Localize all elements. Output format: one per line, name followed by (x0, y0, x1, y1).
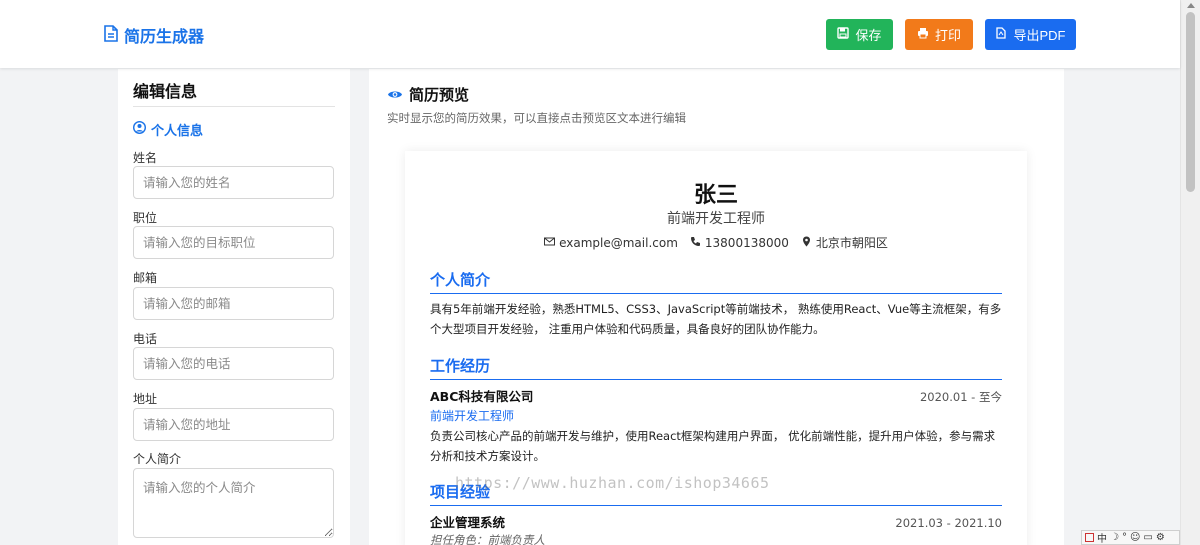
scroll-thumb[interactable] (1186, 12, 1195, 192)
settings-icon[interactable]: ⚙ (1156, 532, 1165, 543)
brand[interactable]: 简历生成器 (104, 24, 204, 46)
resume-job-title[interactable]: 前端开发工程师 (405, 208, 1027, 228)
work-section: 工作经历 ABC科技有限公司 2020.01 - 至今 前端开发工程师 负责公司… (430, 355, 1002, 466)
work-desc[interactable]: 负责公司核心产品的前端开发与维护，使用React框架构建用户界面， 优化前端性能… (430, 426, 1002, 466)
project-name[interactable]: 企业管理系统 (430, 512, 505, 531)
editor-title: 编辑信息 (133, 82, 198, 101)
section-label: 个人信息 (151, 124, 204, 139)
preview-subtitle: 实时显示您的简历效果，可以直接点击预览区文本进行编辑 (387, 111, 686, 125)
save-button[interactable]: 保存 (826, 19, 893, 50)
punctuation-icon[interactable]: ° (1122, 532, 1127, 543)
resume-contact: example@mail.com 13800138000 北京市朝阳区 (405, 234, 1027, 251)
document-icon (104, 24, 118, 46)
contact-phone[interactable]: 13800138000 (690, 234, 789, 251)
phone-icon (690, 236, 701, 250)
ime-grid-icon[interactable] (1085, 533, 1094, 542)
work-role[interactable]: 前端开发工程师 (430, 407, 1002, 424)
scroll-up-arrow-icon[interactable] (1187, 3, 1195, 8)
summary-label: 个人简介 (133, 452, 182, 466)
project-header: 企业管理系统 2021.03 - 2021.10 (430, 512, 1002, 531)
print-icon (917, 27, 929, 42)
position-input[interactable] (133, 226, 334, 259)
moon-icon[interactable]: ☽ (1110, 532, 1119, 543)
work-header: ABC科技有限公司 2020.01 - 至今 (430, 386, 1002, 405)
ime-tray[interactable]: 中 ☽ ° ☺ ▭ ⚙ (1081, 530, 1180, 545)
work-title[interactable]: 工作经历 (430, 355, 1002, 380)
address-label: 地址 (133, 392, 158, 406)
position-label: 职位 (133, 211, 158, 225)
keyboard-icon[interactable]: ▭ (1143, 532, 1152, 543)
personal-info-heading: 个人信息 (132, 120, 204, 139)
pdf-file-icon (995, 27, 1007, 42)
project-date[interactable]: 2021.03 - 2021.10 (895, 516, 1002, 530)
phone-text: 13800138000 (704, 235, 789, 250)
summary-textarea[interactable] (133, 468, 334, 538)
email-text: example@mail.com (559, 235, 678, 250)
name-label: 姓名 (133, 151, 158, 165)
save-icon (837, 27, 850, 42)
summary-text[interactable]: 具有5年前端开发经验，熟悉HTML5、CSS3、JavaScript等前端技术，… (430, 299, 1002, 339)
save-label: 保存 (855, 28, 882, 43)
location-text: 北京市朝阳区 (815, 236, 888, 250)
print-label: 打印 (934, 28, 961, 43)
phone-input[interactable] (133, 347, 334, 380)
watermark: https://www.huzhan.com/ishop34665 (455, 474, 770, 492)
work-date[interactable]: 2020.01 - 至今 (920, 389, 1002, 405)
map-pin-icon (801, 236, 812, 250)
contact-email[interactable]: example@mail.com (544, 234, 678, 251)
editor-panel: 编辑信息 个人信息 姓名 职位 邮箱 电话 地址 个人简介 (118, 69, 350, 545)
project-role[interactable]: 担任角色：前端负责人 (430, 532, 1002, 545)
work-company[interactable]: ABC科技有限公司 (430, 386, 533, 405)
contact-location[interactable]: 北京市朝阳区 (801, 234, 888, 251)
envelope-icon (544, 236, 556, 250)
preview-heading: 简历预览 (387, 84, 469, 105)
email-label: 邮箱 (133, 271, 158, 285)
pdf-label: 导出PDF (1013, 28, 1066, 43)
ime-language[interactable]: 中 (1097, 530, 1107, 545)
top-header: 简历生成器 保存 打印 导出PDF (0, 0, 1180, 68)
page-scrollbar[interactable] (1180, 0, 1200, 545)
brand-title: 简历生成器 (124, 27, 205, 46)
eye-icon (387, 86, 403, 104)
phone-label: 电话 (133, 332, 158, 346)
name-input[interactable] (133, 166, 334, 199)
print-button[interactable]: 打印 (905, 19, 973, 50)
user-circle-icon (132, 120, 147, 138)
address-input[interactable] (133, 408, 334, 441)
preview-title: 简历预览 (409, 86, 470, 104)
resume-name[interactable]: 张三 (405, 177, 1027, 209)
emoji-icon[interactable]: ☺ (1130, 532, 1140, 543)
divider (133, 106, 335, 107)
export-pdf-button[interactable]: 导出PDF (985, 19, 1076, 50)
summary-title[interactable]: 个人简介 (430, 269, 1002, 294)
email-input[interactable] (133, 287, 334, 320)
summary-section: 个人简介 具有5年前端开发经验，熟悉HTML5、CSS3、JavaScript等… (430, 269, 1002, 339)
